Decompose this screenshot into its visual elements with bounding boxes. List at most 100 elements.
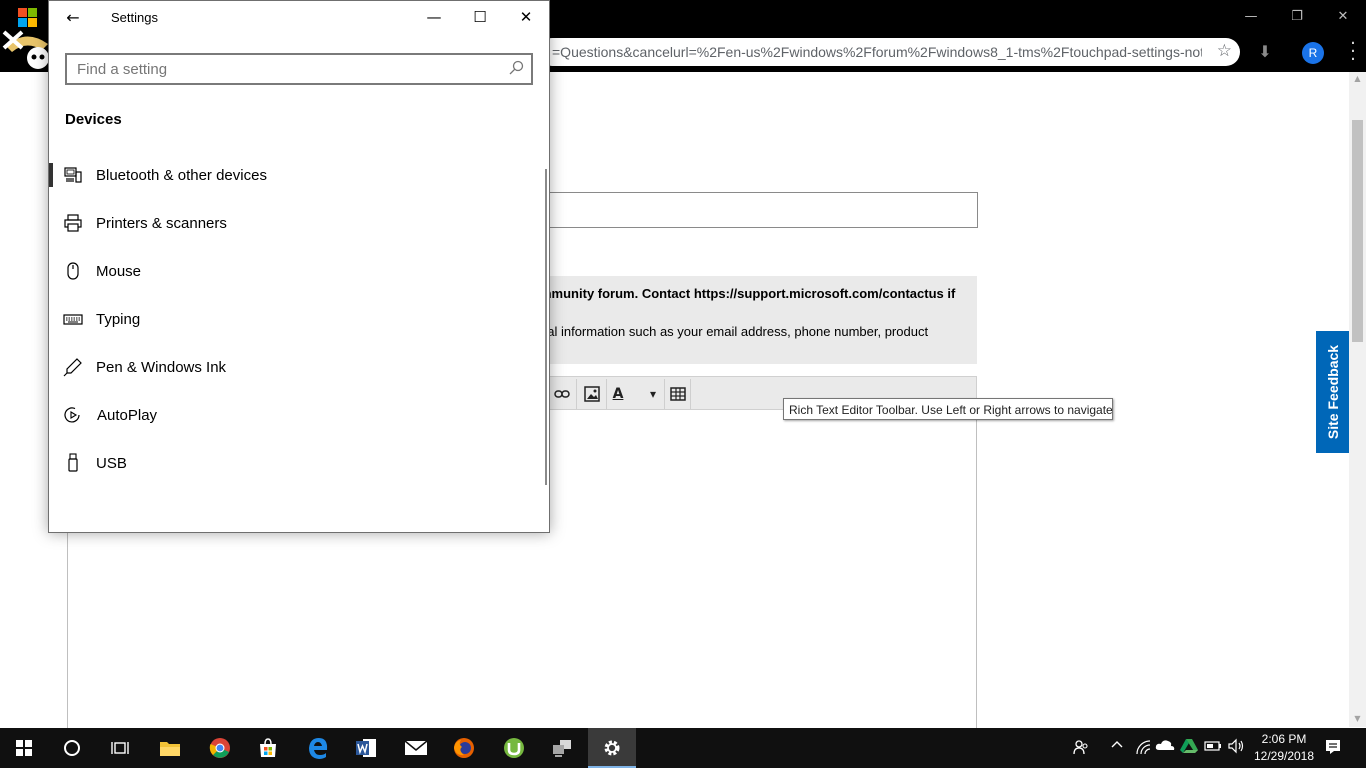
bookmark-star-icon[interactable]: ☆ xyxy=(1217,41,1232,61)
page-scrollbar-thumb[interactable] xyxy=(1352,120,1363,342)
site-feedback-button[interactable]: Site Feedback xyxy=(1316,331,1349,453)
taskbar-file-explorer[interactable] xyxy=(146,728,194,768)
toolbar-separator xyxy=(690,379,691,409)
clock-time: 2:06 PM xyxy=(1261,732,1307,746)
autoplay-icon xyxy=(64,407,80,423)
store-icon xyxy=(260,738,276,757)
browser-menu-icon[interactable]: · · · xyxy=(1346,35,1360,69)
address-url: =Questions&cancelurl=%2Fen-us%2Fwindows%… xyxy=(552,44,1202,60)
taskbar-utorrent[interactable] xyxy=(490,728,538,768)
gear-icon xyxy=(604,740,620,756)
action-center-icon[interactable] xyxy=(1323,738,1343,758)
window-title: Settings xyxy=(111,10,158,25)
show-hidden-icons-icon[interactable] xyxy=(1107,738,1127,758)
nav-label: Mouse xyxy=(96,263,142,280)
nav-label: USB xyxy=(96,455,127,472)
system-clock[interactable]: 2:06 PM 12/29/2018 xyxy=(1247,731,1321,765)
task-view-icon xyxy=(111,742,129,754)
printer-icon xyxy=(64,214,82,232)
taskbar-edge[interactable] xyxy=(294,728,342,768)
section-title: Devices xyxy=(65,111,122,128)
toolbar-separator xyxy=(576,379,577,409)
utorrent-icon xyxy=(504,738,524,758)
community-notice: mmunity forum. Contact https://support.m… xyxy=(540,276,977,364)
back-arrow-icon[interactable]: ← xyxy=(57,3,89,31)
google-drive-icon[interactable] xyxy=(1179,738,1199,758)
mail-icon xyxy=(404,740,428,755)
windows-logo-icon xyxy=(16,740,32,756)
taskbar: 2:06 PM 12/29/2018 xyxy=(0,728,1366,768)
nav-item-bluetooth[interactable]: Bluetooth & other devices xyxy=(49,153,543,201)
notice-line-1: mmunity forum. Contact https://support.m… xyxy=(540,286,956,301)
close-button[interactable]: ✕ xyxy=(503,1,549,33)
nav-item-usb[interactable]: USB xyxy=(49,441,543,489)
download-extension-icon[interactable]: ⬇ xyxy=(1254,42,1276,64)
keyboard-icon xyxy=(63,314,83,325)
taskbar-network-app[interactable] xyxy=(538,728,586,768)
settings-titlebar: ← Settings — ☐ ✕ xyxy=(49,1,549,33)
scroll-down-arrow-icon[interactable]: ▼ xyxy=(1352,714,1363,725)
file-explorer-icon xyxy=(160,742,180,756)
clock-date: 12/29/2018 xyxy=(1253,749,1315,763)
pen-icon xyxy=(63,358,82,377)
toolbar-separator xyxy=(664,379,665,409)
bluetooth-devices-icon xyxy=(64,167,82,183)
people-icon[interactable] xyxy=(1071,738,1091,758)
insert-image-icon[interactable] xyxy=(578,380,606,407)
browser-minimize-button[interactable]: — xyxy=(1228,0,1274,32)
start-button[interactable] xyxy=(0,728,48,768)
address-bar[interactable]: =Questions&cancelurl=%2Fen-us%2Fwindows%… xyxy=(538,38,1240,66)
taskbar-chrome[interactable] xyxy=(196,728,244,768)
battery-icon[interactable] xyxy=(1203,738,1223,758)
word-icon xyxy=(356,739,376,757)
search-box xyxy=(65,53,533,85)
nav-label: Printers & scanners xyxy=(96,215,227,232)
insert-link-icon[interactable] xyxy=(548,380,576,407)
cortana-button[interactable] xyxy=(48,728,96,768)
browser-restore-button[interactable]: ❐ xyxy=(1274,0,1320,32)
nav-item-autoplay[interactable]: AutoPlay xyxy=(49,393,543,441)
search-input[interactable] xyxy=(67,55,505,83)
nav-item-typing[interactable]: Typing xyxy=(49,297,543,345)
taskbar-store[interactable] xyxy=(244,728,292,768)
volume-icon[interactable] xyxy=(1226,738,1246,758)
edge-icon xyxy=(309,738,328,759)
nav-item-printers[interactable]: Printers & scanners xyxy=(49,201,543,249)
scroll-up-arrow-icon[interactable]: ▲ xyxy=(1352,74,1363,85)
nav-label: AutoPlay xyxy=(97,407,158,424)
profile-skull-logo xyxy=(2,8,49,69)
nav-label: Pen & Windows Ink xyxy=(96,359,227,376)
usb-icon xyxy=(68,453,78,472)
taskbar-firefox[interactable] xyxy=(440,728,488,768)
taskbar-word[interactable] xyxy=(342,728,390,768)
cortana-circle-icon xyxy=(64,740,80,756)
nav-label: Bluetooth & other devices xyxy=(96,167,267,184)
settings-scrollbar[interactable] xyxy=(545,169,547,485)
site-feedback-label: Site Feedback xyxy=(1324,344,1341,440)
minimize-button[interactable]: — xyxy=(411,1,457,33)
nav-item-pen[interactable]: Pen & Windows Ink xyxy=(49,345,543,393)
notice-line-2: nal information such as your email addre… xyxy=(540,324,929,339)
browser-close-button[interactable]: ✕ xyxy=(1320,0,1366,32)
taskbar-settings[interactable] xyxy=(588,728,636,768)
nav-label: Typing xyxy=(96,311,141,328)
mouse-icon xyxy=(67,262,79,280)
search-icon[interactable] xyxy=(507,59,525,77)
profile-avatar[interactable]: R xyxy=(1302,42,1324,64)
computer-network-icon xyxy=(553,740,571,757)
question-title-input[interactable] xyxy=(540,192,978,228)
task-view-button[interactable] xyxy=(96,728,144,768)
insert-table-icon[interactable] xyxy=(666,380,690,407)
font-color-icon[interactable]: A xyxy=(608,380,628,407)
onedrive-icon[interactable] xyxy=(1155,738,1175,758)
font-color-dropdown-icon[interactable]: ▾ xyxy=(646,380,660,407)
wifi-icon[interactable] xyxy=(1133,738,1153,758)
chrome-icon xyxy=(209,738,230,758)
settings-window: ← Settings — ☐ ✕ Devices Bluetooth & oth… xyxy=(48,0,550,533)
taskbar-mail[interactable] xyxy=(392,728,440,768)
maximize-button[interactable]: ☐ xyxy=(457,1,503,33)
nav-item-mouse[interactable]: Mouse xyxy=(49,249,543,297)
toolbar-tooltip: Rich Text Editor Toolbar. Use Left or Ri… xyxy=(783,398,1113,420)
page-scrollbar[interactable]: ▲ ▼ xyxy=(1349,72,1366,727)
toolbar-separator xyxy=(606,379,607,409)
